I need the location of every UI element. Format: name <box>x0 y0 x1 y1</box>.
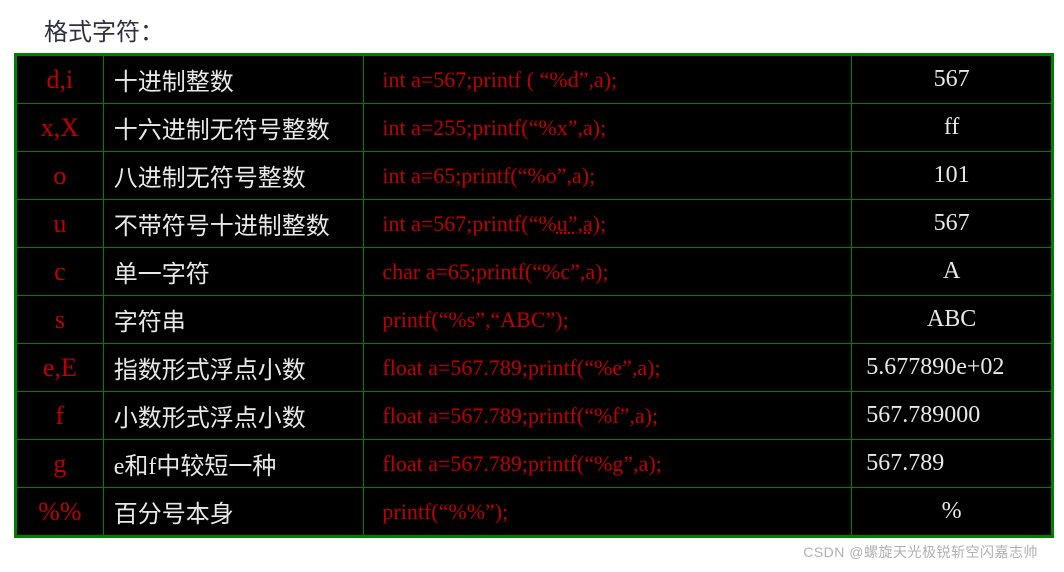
format-example-code: printf(“%%”); <box>364 488 852 537</box>
format-example-code: char a=65;printf(“%c”,a); <box>364 248 852 296</box>
table-row: s字符串printf(“%s”,“ABC”);ABC <box>16 296 1053 344</box>
format-output: ABC <box>852 296 1053 344</box>
table-row: d,i十进制整数int a=567;printf ( “%d”,a);567 <box>16 55 1053 104</box>
format-output: 567.789 <box>852 440 1053 488</box>
format-specifier: g <box>16 440 104 488</box>
table-row: u不带符号十进制整数int a=567;printf(“%u”,a);567 <box>16 200 1053 248</box>
table-row: ge和f中较短一种float a=567.789;printf(“%g”,a);… <box>16 440 1053 488</box>
format-description: 指数形式浮点小数 <box>103 344 364 392</box>
table-body: d,i十进制整数int a=567;printf ( “%d”,a);567x,… <box>16 55 1053 537</box>
format-output: 567 <box>852 55 1053 104</box>
format-example-code: printf(“%s”,“ABC”); <box>364 296 852 344</box>
format-specifier: %% <box>16 488 104 537</box>
format-output: % <box>852 488 1053 537</box>
format-description: 小数形式浮点小数 <box>103 392 364 440</box>
format-description: e和f中较短一种 <box>103 440 364 488</box>
table-row: f小数形式浮点小数float a=567.789;printf(“%f”,a);… <box>16 392 1053 440</box>
format-specifier: d,i <box>16 55 104 104</box>
format-output: ff <box>852 104 1053 152</box>
format-example-code: int a=567;printf ( “%d”,a); <box>364 55 852 104</box>
format-description: 八进制无符号整数 <box>103 152 364 200</box>
format-specifier-table: d,i十进制整数int a=567;printf ( “%d”,a);567x,… <box>14 53 1054 538</box>
format-example-code: int a=65;printf(“%o”,a); <box>364 152 852 200</box>
format-example-code: float a=567.789;printf(“%e”,a); <box>364 344 852 392</box>
csdn-watermark: CSDN @螺旋天光极锐斩空闪嘉志帅 <box>10 542 1054 562</box>
table-row: o八进制无符号整数int a=65;printf(“%o”,a);101 <box>16 152 1053 200</box>
format-description: 字符串 <box>103 296 364 344</box>
format-output: 5.677890e+02 <box>852 344 1053 392</box>
format-specifier: x,X <box>16 104 104 152</box>
format-output: 101 <box>852 152 1053 200</box>
format-example-code: float a=567.789;printf(“%g”,a); <box>364 440 852 488</box>
format-example-code: float a=567.789;printf(“%f”,a); <box>364 392 852 440</box>
format-description: 十六进制无符号整数 <box>103 104 364 152</box>
format-specifier: s <box>16 296 104 344</box>
table-row: x,X十六进制无符号整数int a=255;printf(“%x”,a);ff <box>16 104 1053 152</box>
table-row: c单一字符char a=65;printf(“%c”,a);A <box>16 248 1053 296</box>
table-row: %%百分号本身printf(“%%”);% <box>16 488 1053 537</box>
format-specifier: o <box>16 152 104 200</box>
section-title: 格式字符： <box>44 12 1054 47</box>
format-specifier: c <box>16 248 104 296</box>
format-specifier: f <box>16 392 104 440</box>
format-description: 单一字符 <box>103 248 364 296</box>
format-output: 567.789000 <box>852 392 1053 440</box>
format-example-code: int a=255;printf(“%x”,a); <box>364 104 852 152</box>
table-row: e,E指数形式浮点小数float a=567.789;printf(“%e”,a… <box>16 344 1053 392</box>
format-specifier: e,E <box>16 344 104 392</box>
format-description: 十进制整数 <box>103 55 364 104</box>
format-output: 567 <box>852 200 1053 248</box>
format-specifier: u <box>16 200 104 248</box>
format-description: 百分号本身 <box>103 488 364 537</box>
format-output: A <box>852 248 1053 296</box>
format-description: 不带符号十进制整数 <box>103 200 364 248</box>
format-example-code: int a=567;printf(“%u”,a); <box>364 200 852 248</box>
